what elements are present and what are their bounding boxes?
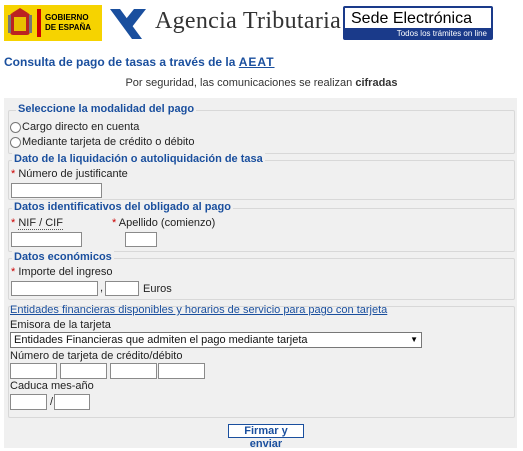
radio-tarjeta-label[interactable]: Mediante tarjeta de crédito o débito [22, 136, 194, 148]
importe-decimal-input[interactable] [105, 281, 139, 296]
nif-input[interactable] [11, 232, 82, 247]
apellido-label: * Apellido (comienzo) [112, 217, 215, 229]
card-number-block-1[interactable] [10, 363, 57, 379]
caduca-slash: / [50, 396, 54, 408]
radio-cargo-directo[interactable] [10, 122, 21, 133]
required-mark: * [11, 266, 16, 278]
agency-title: Agencia Tributaria [155, 8, 342, 34]
nif-label-text: NIF / CIF [18, 217, 63, 230]
chevron-down-icon: ▼ [410, 335, 418, 344]
card-number-block-3[interactable] [110, 363, 157, 379]
page-title-aeat: AEAT [238, 55, 275, 69]
euros-label: Euros [143, 283, 172, 295]
gobierno-divider [37, 9, 41, 37]
required-mark: * [11, 217, 16, 229]
emisora-label: Emisora de la tarjeta [10, 319, 111, 331]
caduca-mes-input[interactable] [10, 394, 47, 410]
sede-title: Sede Electrónica [351, 10, 472, 27]
radio-cargo-directo-label[interactable]: Cargo directo en cuenta [22, 121, 139, 133]
importe-label: * Importe del ingreso [11, 266, 113, 278]
site-header: GOBIERNO DE ESPAÑA Agencia Tributaria Se… [0, 0, 523, 48]
page-title: Consulta de pago de tasas a través de la… [4, 55, 275, 69]
card-number-block-2[interactable] [60, 363, 107, 379]
payment-form: Seleccione la modalidad del pago Cargo d… [4, 98, 517, 450]
liquidacion-legend: Dato de la liquidación o autoliquidación… [12, 153, 265, 165]
page-title-text: Consulta de pago de tasas a través de la [4, 55, 239, 69]
importe-comma: , [100, 282, 104, 294]
security-text: Por seguridad, las comunicaciones se rea… [125, 77, 356, 89]
caduca-label: Caduca mes-año [10, 380, 94, 392]
justificante-input[interactable] [11, 183, 102, 198]
emisora-select[interactable]: Entidades Financieras que admiten el pag… [10, 332, 422, 348]
nif-label: * NIF / CIF [11, 217, 63, 230]
importe-entero-input[interactable] [11, 281, 98, 296]
card-number-block-4[interactable] [158, 363, 205, 379]
required-mark: * [11, 168, 16, 180]
caduca-anio-input[interactable] [54, 394, 90, 410]
sede-subtitle: Todos los trámites on line [345, 28, 491, 40]
gobierno-text: GOBIERNO DE ESPAÑA [45, 13, 91, 33]
justificante-label: * Número de justificante [11, 168, 128, 180]
justificante-label-text: Número de justificante [18, 168, 128, 180]
security-bold: cifradas [355, 77, 398, 89]
economicos-legend: Datos económicos [12, 251, 114, 263]
numero-tarjeta-label: Número de tarjeta de crédito/débito [10, 350, 183, 362]
firmar-enviar-button[interactable]: Firmar y enviar [228, 424, 304, 450]
gobierno-logo: GOBIERNO DE ESPAÑA [4, 5, 102, 41]
entidades-link[interactable]: Entidades financieras disponibles y hora… [10, 304, 387, 316]
apellido-input[interactable] [125, 232, 157, 247]
modalidad-legend: Seleccione la modalidad del pago [16, 103, 197, 115]
emisora-selected-value: Entidades Financieras que admiten el pag… [14, 334, 308, 346]
sede-electronica-banner[interactable]: Sede Electrónica Todos los trámites on l… [343, 6, 493, 40]
obligado-fieldset [8, 208, 515, 252]
radio-tarjeta[interactable] [10, 137, 21, 148]
crest-icon [8, 8, 32, 35]
gobierno-line-2: DE ESPAÑA [45, 23, 92, 32]
required-mark: * [112, 217, 117, 229]
security-notice: Por seguridad, las comunicaciones se rea… [0, 77, 523, 89]
aeat-logo-icon [110, 9, 146, 39]
apellido-label-text: Apellido (comienzo) [118, 217, 216, 229]
gobierno-line-1: GOBIERNO [45, 13, 89, 22]
obligado-legend: Datos identificativos del obligado al pa… [12, 201, 233, 213]
importe-label-text: Importe del ingreso [18, 266, 113, 278]
